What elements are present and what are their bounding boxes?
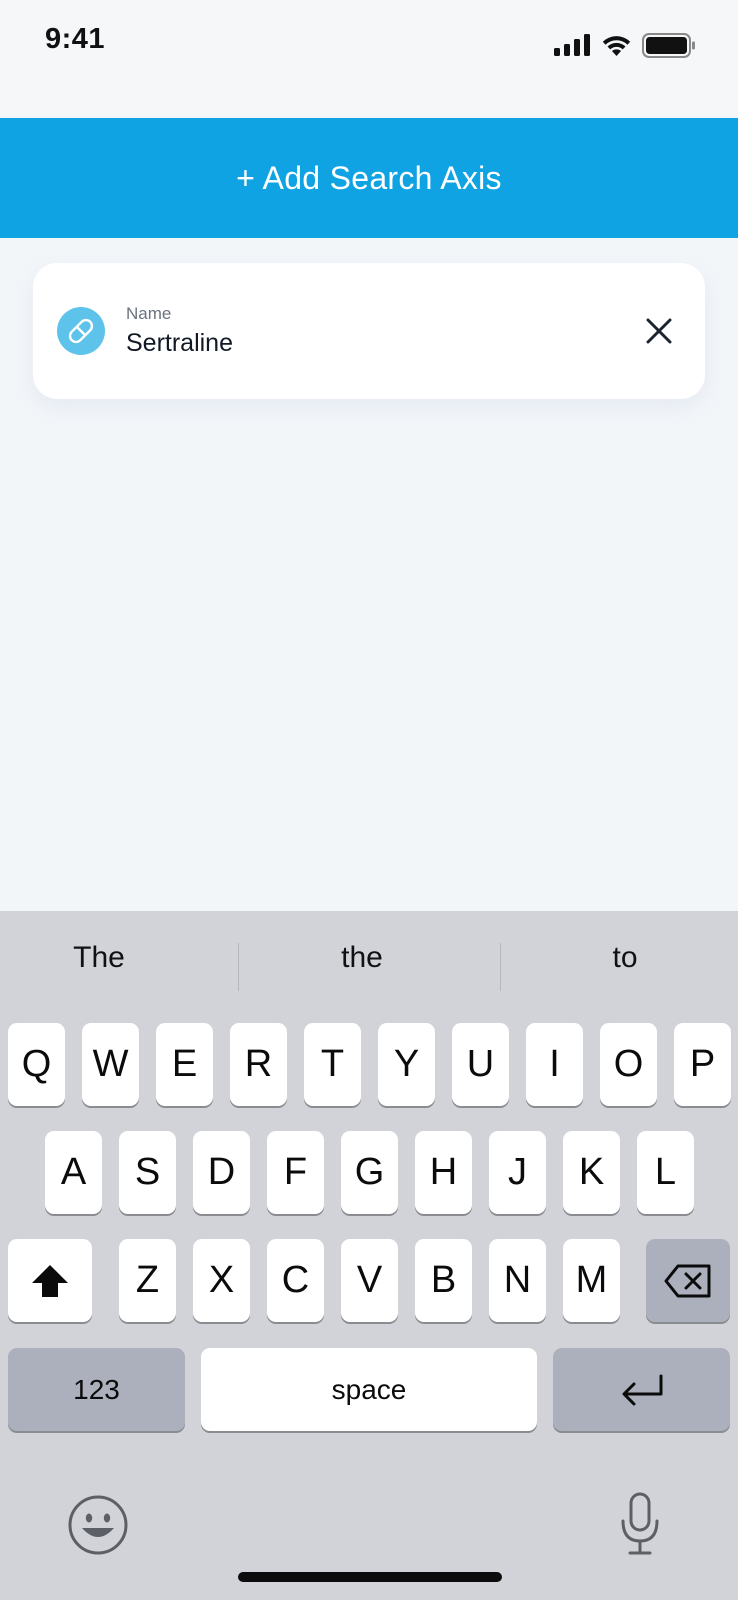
key-u[interactable]: U: [452, 1023, 509, 1106]
key-f[interactable]: F: [267, 1131, 324, 1214]
key-p[interactable]: P: [674, 1023, 731, 1106]
key-c[interactable]: C: [267, 1239, 324, 1322]
suggestion-item[interactable]: the: [239, 941, 485, 975]
key-t[interactable]: T: [304, 1023, 361, 1106]
key-b[interactable]: B: [415, 1239, 472, 1322]
key-h[interactable]: H: [415, 1131, 472, 1214]
shift-key[interactable]: [8, 1239, 92, 1322]
key-x[interactable]: X: [193, 1239, 250, 1322]
key-e[interactable]: E: [156, 1023, 213, 1106]
key-a[interactable]: A: [45, 1131, 102, 1214]
key-i[interactable]: I: [526, 1023, 583, 1106]
battery-icon: [642, 32, 695, 58]
key-y[interactable]: Y: [378, 1023, 435, 1106]
shift-icon: [32, 1264, 68, 1297]
search-axis-field-label: Name: [126, 304, 172, 323]
wifi-icon: [602, 35, 631, 56]
numbers-key[interactable]: 123: [8, 1348, 185, 1431]
key-k[interactable]: K: [563, 1131, 620, 1214]
cellular-signal-icon: [554, 34, 590, 56]
key-m[interactable]: M: [563, 1239, 620, 1322]
key-s[interactable]: S: [119, 1131, 176, 1214]
microphone-icon: [621, 1492, 659, 1555]
return-icon: [622, 1374, 662, 1405]
home-indicator[interactable]: [238, 1572, 502, 1582]
suggestion-bar: The the to: [0, 911, 738, 1021]
emoji-button[interactable]: [67, 1494, 129, 1556]
key-r[interactable]: R: [230, 1023, 287, 1106]
status-time: 9:41: [45, 23, 106, 55]
key-o[interactable]: O: [600, 1023, 657, 1106]
pill-icon: [57, 307, 105, 355]
add-search-axis-button[interactable]: + Add Search Axis: [0, 118, 738, 238]
dictation-button[interactable]: [618, 1491, 662, 1557]
key-j[interactable]: J: [489, 1131, 546, 1214]
search-axis-value[interactable]: Sertraline: [126, 329, 233, 358]
key-q[interactable]: Q: [8, 1023, 65, 1106]
status-bar: 9:41: [0, 0, 738, 116]
key-l[interactable]: L: [637, 1131, 694, 1214]
suggestion-divider: [500, 943, 501, 991]
suggestion-item[interactable]: to: [502, 941, 738, 975]
key-d[interactable]: D: [193, 1131, 250, 1214]
key-g[interactable]: G: [341, 1131, 398, 1214]
add-search-axis-label: + Add Search Axis: [236, 159, 502, 196]
delete-key[interactable]: [646, 1239, 730, 1322]
key-v[interactable]: V: [341, 1239, 398, 1322]
key-z[interactable]: Z: [119, 1239, 176, 1322]
status-icons: [554, 30, 696, 60]
close-icon: [646, 318, 672, 344]
suggestion-item[interactable]: The: [0, 941, 222, 975]
key-w[interactable]: W: [82, 1023, 139, 1106]
key-n[interactable]: N: [489, 1239, 546, 1322]
emoji-icon: [68, 1495, 128, 1555]
space-key[interactable]: space: [201, 1348, 537, 1431]
backspace-icon: [664, 1264, 711, 1297]
return-key[interactable]: [553, 1348, 730, 1431]
search-axis-card: Name Sertraline: [33, 263, 705, 399]
remove-search-axis-button[interactable]: [631, 303, 687, 359]
onscreen-keyboard: The the to Q W E R T Y U I O P A S D F G…: [0, 911, 738, 1600]
